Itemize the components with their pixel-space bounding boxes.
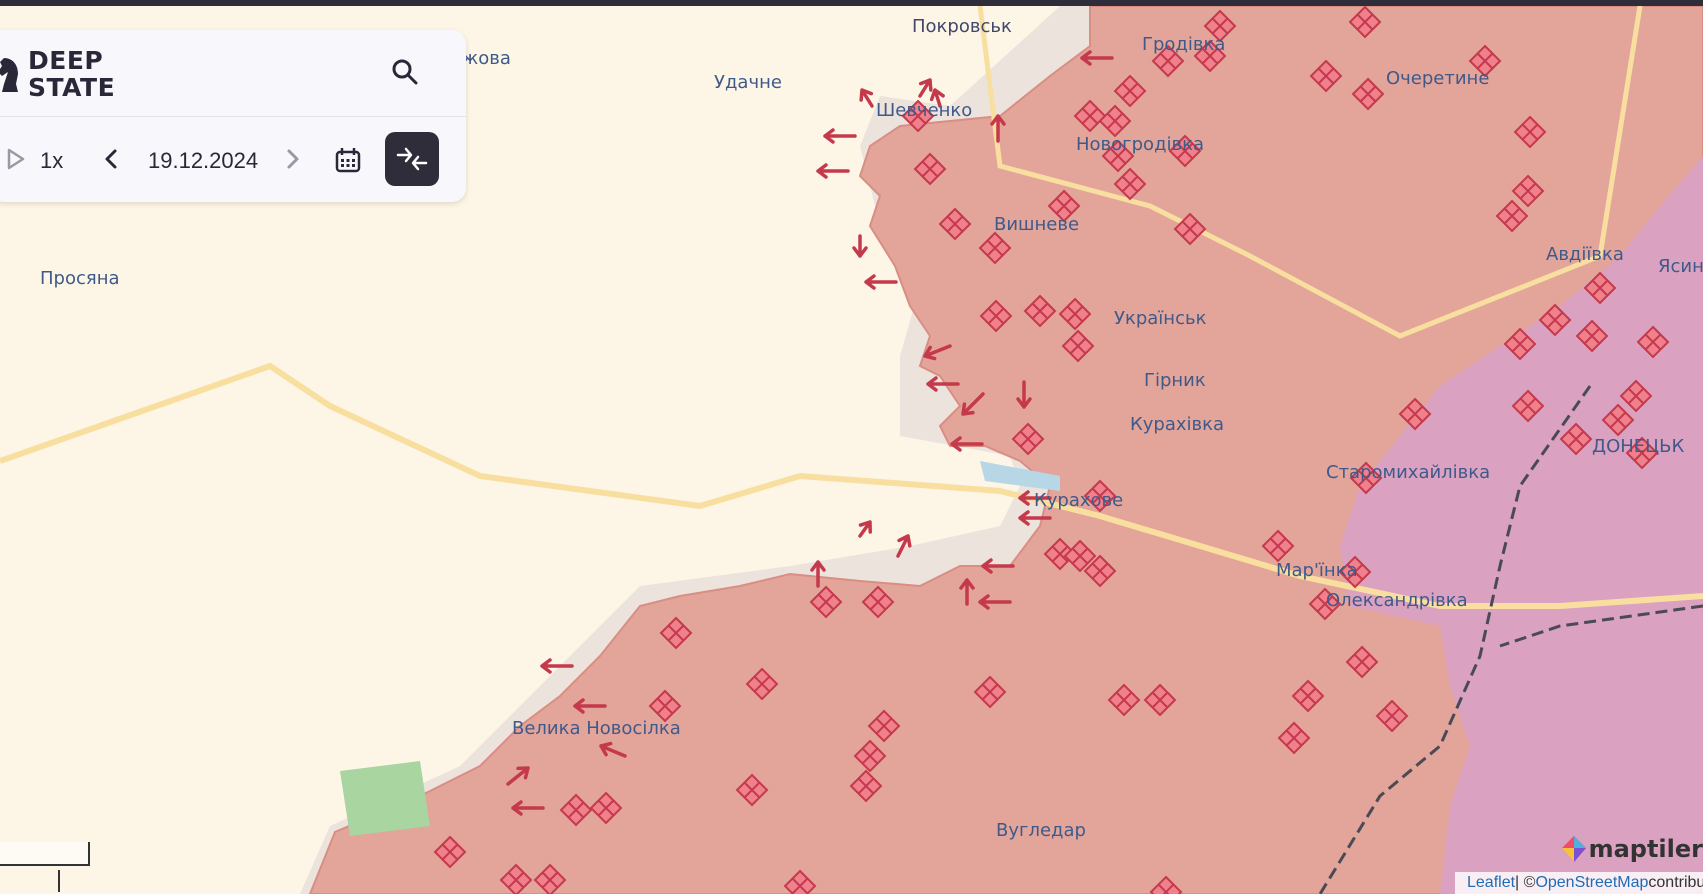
map-scale-secondary [0, 870, 60, 892]
knight-icon [0, 58, 18, 92]
label-hirnyk: Гірник [1144, 370, 1206, 391]
search-icon [392, 59, 418, 85]
label-prosiana: Просяна [40, 268, 120, 289]
play-icon [7, 148, 25, 170]
label-novohrodivka: Новогродівка [1076, 134, 1204, 155]
maptiler-logo-icon [1561, 836, 1586, 862]
label-zhovta: жова [462, 48, 511, 69]
deepstate-logo[interactable]: DEEP STATE [0, 44, 115, 104]
advance-arrow-icon [918, 78, 933, 98]
logo-line2: STATE [28, 73, 116, 102]
chevron-right-icon [287, 149, 299, 169]
attribution-contrib: contributors [1648, 874, 1703, 891]
advance-arrow-icon [816, 163, 850, 179]
label-kurakhove: Курахове [1034, 490, 1123, 511]
label-marinka: Мар'їнка [1276, 560, 1358, 581]
label-vyshneve: Вишневе [994, 214, 1079, 235]
label-pokrovsk: Покровськ [912, 16, 1012, 37]
playback-speed[interactable]: 1x [40, 148, 63, 174]
label-ukrainsk: Українськ [1114, 308, 1207, 329]
current-date[interactable]: 19.12.2024 [148, 148, 258, 174]
compare-button[interactable] [385, 132, 439, 186]
green-area [340, 761, 430, 836]
label-kurakhivka: Курахівка [1130, 414, 1224, 435]
next-date-button[interactable] [282, 144, 304, 174]
compare-arrows-icon [396, 147, 428, 171]
chevron-left-icon [105, 149, 117, 169]
label-yasynuvata: Ясин [1658, 256, 1703, 277]
control-panel: DEEP STATE 1x 19.12.2024 [0, 30, 466, 202]
calendar-button[interactable] [330, 142, 366, 178]
label-shevchenko: Шевченко [876, 100, 972, 121]
panel-divider [0, 116, 466, 117]
label-udachne: Удачне [714, 72, 782, 93]
label-oleksandrivka: Олександрівка [1326, 590, 1468, 611]
prev-date-button[interactable] [100, 144, 122, 174]
label-staromykhailivka: Старомихайлівка [1326, 462, 1490, 483]
maptiler-text: maptiler [1588, 835, 1703, 863]
advance-arrow-icon [823, 128, 857, 144]
search-button[interactable] [385, 52, 425, 92]
advance-arrow-icon [858, 520, 872, 538]
osm-link[interactable]: OpenStreetMap [1535, 874, 1648, 892]
label-donetsk: ДОНЕЦЬК [1592, 436, 1684, 457]
label-ocheretyne: Очеретине [1386, 68, 1489, 89]
maptiler-watermark: maptiler [1559, 834, 1703, 864]
label-velyka-novosilka: Велика Новосілка [512, 718, 681, 739]
calendar-icon [335, 148, 361, 173]
leaflet-link[interactable]: Leaflet [1467, 874, 1515, 892]
label-vuhledar: Вугледар [996, 820, 1086, 841]
advance-arrow-icon [852, 234, 868, 258]
play-button[interactable] [4, 142, 28, 176]
attribution-separator: | © [1515, 874, 1536, 891]
logo-line1: DEEP [28, 46, 104, 75]
map-scale [0, 842, 90, 866]
label-hrodivka: Гродівка [1142, 34, 1225, 55]
label-avdiivka: Авдіївка [1546, 244, 1624, 265]
map-attribution: Leaflet | © OpenStreetMap contributors [1455, 872, 1703, 894]
advance-arrow-icon [864, 274, 898, 290]
advance-arrow-icon [859, 88, 874, 108]
